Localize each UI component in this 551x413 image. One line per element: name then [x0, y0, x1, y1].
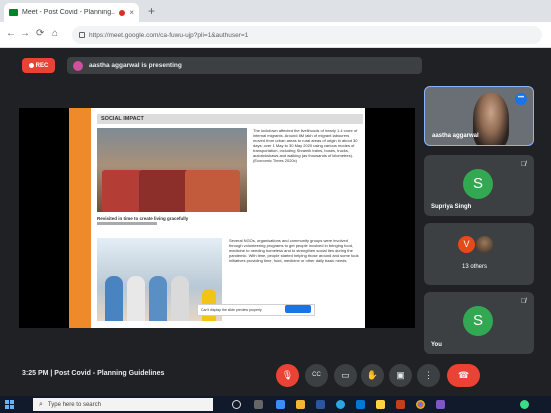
person-shape: [127, 276, 145, 321]
mic-off-icon: 🎙̸: [520, 298, 526, 305]
back-button[interactable]: ←: [6, 28, 16, 39]
home-button[interactable]: ⌂: [52, 28, 58, 39]
lock-icon: [79, 32, 85, 38]
presenter-avatar: [73, 60, 83, 71]
more-options-button[interactable]: ⋮: [417, 364, 440, 387]
more-options-icon[interactable]: •••: [515, 93, 527, 105]
crowd-shape: [139, 170, 189, 212]
recording-dot-icon: [119, 9, 126, 16]
crowd-shape: [102, 170, 142, 212]
word-icon[interactable]: [316, 400, 325, 409]
rec-label: REC: [35, 62, 49, 69]
presenting-banner: aastha aggarwal is presenting: [67, 57, 422, 74]
activities-button[interactable]: ▣: [389, 364, 412, 387]
search-placeholder: Type here to search: [47, 401, 101, 408]
raise-hand-button[interactable]: ✋: [361, 364, 384, 387]
screen: Meet - Post Covid - Planning... × + ← → …: [0, 0, 551, 413]
avatar: S: [463, 169, 493, 199]
participant-tile-presenter[interactable]: ••• aastha aggarwal: [424, 86, 534, 146]
slide-accent-bar: [69, 108, 91, 328]
windows-start-icon[interactable]: [5, 400, 14, 409]
presenting-text: aastha aggarwal is presenting: [89, 62, 182, 69]
caption-underline: [97, 222, 157, 225]
participant-tile-others[interactable]: V 13 others: [424, 223, 534, 285]
tab-title: Meet - Post Covid - Planning...: [22, 9, 116, 16]
slide-caption: Revisited in time to create living grace…: [97, 216, 189, 221]
mic-toggle-button[interactable]: 🎙: [276, 364, 299, 387]
avatar: S: [463, 306, 493, 336]
meet-window: REC aastha aggarwal is presenting SOCIAL…: [0, 48, 551, 396]
browser-tab[interactable]: Meet - Post Covid - Planning... ×: [4, 3, 139, 22]
edge-icon[interactable]: [276, 400, 285, 409]
cortana-icon[interactable]: [232, 400, 241, 409]
rec-dot-icon: [28, 63, 34, 68]
others-count: 13 others: [462, 264, 488, 270]
taskbar-search[interactable]: ⌕ Type here to search: [33, 398, 213, 411]
participant-tile-self[interactable]: 🎙̸ S You: [424, 292, 534, 354]
slide-paragraph-2: Several NGOs, organisations and communit…: [229, 238, 359, 263]
tab-close-icon[interactable]: ×: [129, 8, 134, 17]
url-text: https://meet.google.com/ca-fuwu-ujp?pli=…: [89, 31, 249, 39]
skype-icon[interactable]: [336, 400, 345, 409]
presentation-slide: SOCIAL IMPACT The lockdown affected the …: [69, 108, 365, 328]
leave-call-button[interactable]: ☎: [447, 364, 480, 387]
task-view-icon[interactable]: [254, 400, 263, 409]
participant-name: Supriya Singh: [431, 204, 472, 210]
forward-button[interactable]: →: [20, 28, 30, 39]
recording-badge: REC: [22, 58, 55, 73]
captions-button[interactable]: CC: [305, 364, 328, 387]
app-icon[interactable]: [436, 400, 445, 409]
sticky-notes-icon[interactable]: [376, 400, 385, 409]
present-button[interactable]: ▭: [334, 364, 357, 387]
slide-heading: SOCIAL IMPACT: [97, 114, 363, 124]
address-bar[interactable]: https://meet.google.com/ca-fuwu-ujp?pli=…: [72, 26, 542, 44]
migrants-photo: [97, 128, 247, 212]
search-icon: ⌕: [39, 400, 43, 408]
crowd-shape: [185, 170, 240, 212]
file-explorer-icon[interactable]: [296, 400, 305, 409]
reload-button[interactable]: ⟳: [36, 28, 44, 39]
meet-controls-bar: 3:25 PM | Post Covid - Planning Guidelin…: [0, 356, 551, 396]
popup-button[interactable]: [285, 305, 311, 313]
person-shape: [105, 276, 123, 321]
browser-toolbar: ← → ⟳ ⌂ https://meet.google.com/ca-fuwu-…: [0, 22, 551, 48]
new-tab-button[interactable]: +: [148, 4, 155, 18]
meeting-info: 3:25 PM | Post Covid - Planning Guidelin…: [22, 370, 165, 377]
browser-tabstrip: Meet - Post Covid - Planning... × +: [0, 0, 551, 22]
windows-taskbar: ⌕ Type here to search: [0, 396, 551, 413]
person-shape: [171, 276, 189, 321]
meet-topbar: REC aastha aggarwal is presenting: [0, 48, 551, 82]
powerpoint-icon[interactable]: [396, 400, 405, 409]
slide-paragraph-1: The lockdown affected the livelihoods of…: [253, 128, 358, 163]
tray-icon[interactable]: [520, 400, 529, 409]
presentation-stage: SOCIAL IMPACT The lockdown affected the …: [19, 108, 415, 328]
mic-off-icon: 🎙̸: [520, 161, 526, 168]
meet-favicon-icon: [9, 9, 18, 16]
participant-tile-supriya[interactable]: 🎙̸ S Supriya Singh: [424, 155, 534, 216]
avatar-photo: [476, 236, 493, 253]
participant-name: aastha aggarwal: [432, 133, 479, 139]
chrome-icon[interactable]: [416, 400, 425, 409]
store-icon[interactable]: [356, 400, 365, 409]
participant-name: You: [431, 342, 442, 348]
avatar: V: [458, 236, 475, 253]
person-shape: [149, 276, 167, 321]
